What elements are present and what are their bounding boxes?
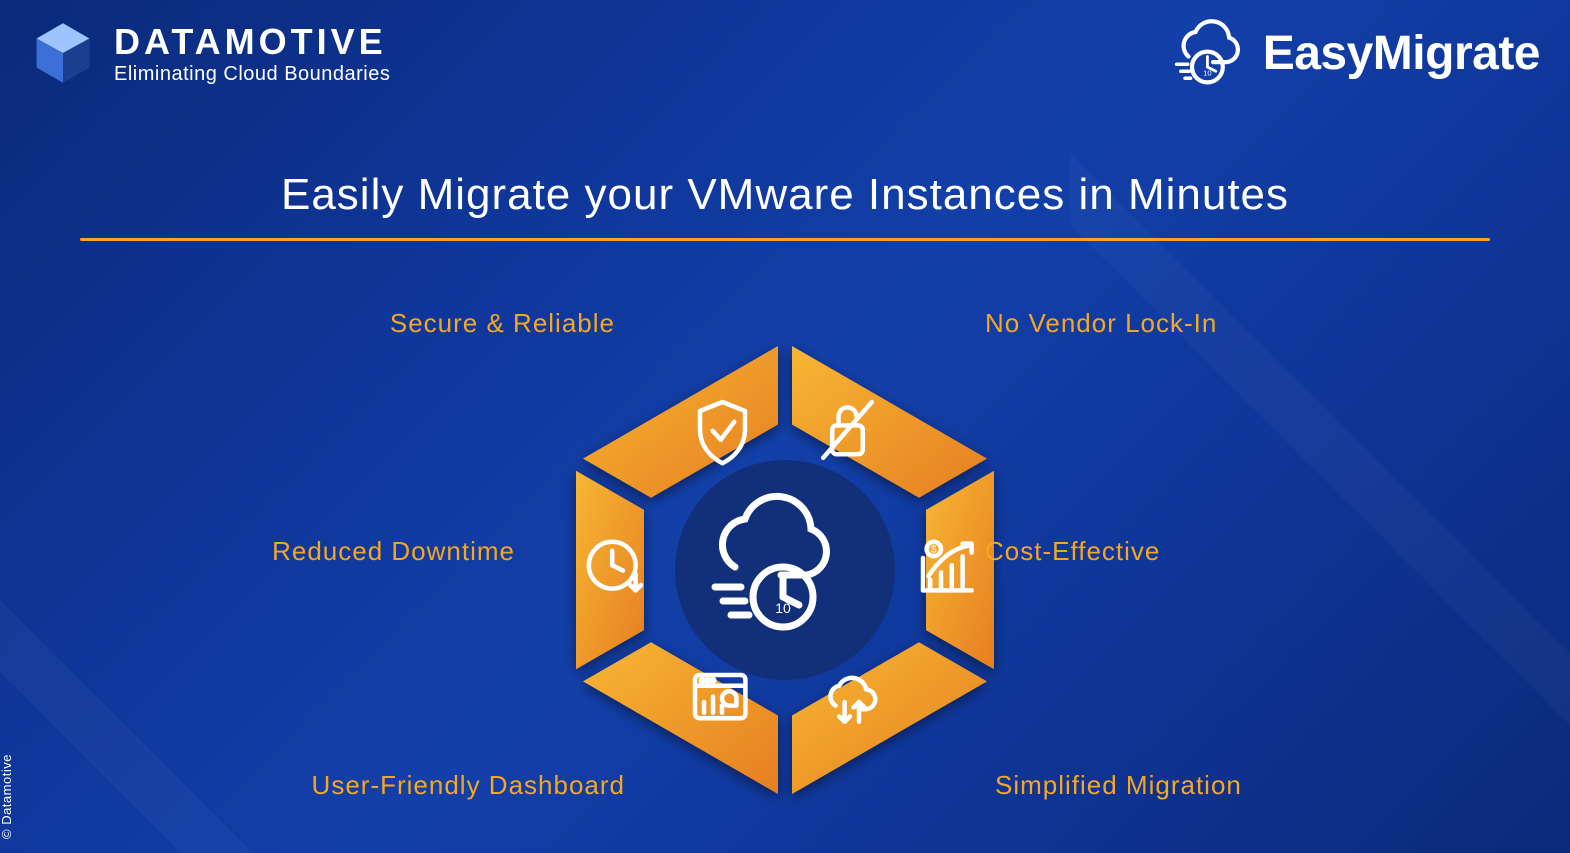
headline: Easily Migrate your VMware Instances in … [80, 170, 1490, 220]
svg-text:10: 10 [1203, 68, 1212, 77]
brand-text: DATAMOTIVE Eliminating Cloud Boundaries [114, 21, 390, 86]
header: DATAMOTIVE Eliminating Cloud Boundaries … [30, 18, 1540, 88]
cube-icon [30, 20, 96, 86]
feature-label-secure: Secure & Reliable [315, 308, 615, 339]
brand-left: DATAMOTIVE Eliminating Cloud Boundaries [30, 20, 390, 86]
svg-text:10: 10 [775, 600, 791, 616]
feature-label-cost: Cost-Effective [985, 536, 1285, 567]
headline-wrap: Easily Migrate your VMware Instances in … [80, 170, 1490, 241]
feature-label-nolockin: No Vendor Lock-In [985, 308, 1285, 339]
cloud-stopwatch-icon: 10 [1163, 18, 1249, 88]
feature-label-downtime: Reduced Downtime [215, 536, 515, 567]
svg-text:$: $ [931, 545, 937, 556]
brand-name: DATAMOTIVE [114, 21, 390, 63]
feature-label-migration: Simplified Migration [995, 770, 1335, 801]
brand-right: 10 EasyMigrate [1163, 18, 1540, 88]
brand-tagline: Eliminating Cloud Boundaries [114, 63, 390, 86]
headline-underline [80, 238, 1490, 241]
feature-label-dashboard: User-Friendly Dashboard [285, 770, 625, 801]
hexagon-diagram: $ [545, 330, 1025, 810]
hexagon-svg: $ [545, 330, 1025, 810]
copyright: © Datamotive [0, 754, 14, 839]
product-name: EasyMigrate [1263, 26, 1540, 81]
